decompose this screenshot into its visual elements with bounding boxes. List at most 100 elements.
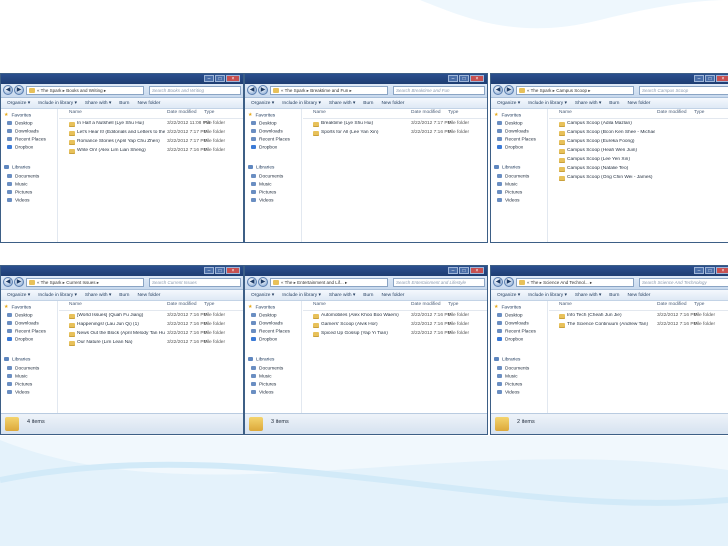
nav-item-recent[interactable]: Recent Places — [497, 137, 536, 142]
column-name[interactable]: Name — [559, 302, 572, 307]
file-row[interactable]: The Science Continuum (Andrew Tan) 3/22/2… — [549, 321, 728, 329]
nav-item-libraries[interactable]: Libraries — [4, 165, 30, 170]
file-row[interactable]: In Half a Nutshell (Lye Shu Hui) 3/22/201… — [59, 120, 243, 128]
back-button[interactable]: ◀ — [493, 277, 503, 287]
file-row[interactable]: Campus Scoop (Eureka Foong) — [549, 138, 728, 146]
search-input[interactable]: Search Current Issues — [149, 278, 241, 287]
minimize-button[interactable]: – — [204, 75, 214, 82]
nav-item-favorites[interactable]: ★ Favorites — [4, 304, 31, 310]
close-button[interactable]: × — [716, 267, 728, 274]
file-row[interactable]: Our Nature (Lim Lean Na) 3/22/2012 7:16 P… — [59, 339, 243, 347]
nav-item-videos[interactable]: Videos — [7, 390, 30, 395]
file-row[interactable]: Breaktime (Lye Shu Hui) 3/22/2012 7:17 PM… — [303, 120, 487, 128]
organize-button[interactable]: Organize ▾ — [497, 101, 520, 106]
column-type[interactable]: Type — [204, 110, 214, 115]
column-type[interactable]: Type — [448, 302, 458, 307]
file-row[interactable]: Campus Scoop (Ong Chin Wei - James) — [549, 174, 728, 182]
new-folder-button[interactable]: New folder — [137, 101, 160, 106]
column-date-modified[interactable]: Date modified — [411, 110, 441, 115]
nav-item-dropbox[interactable]: Dropbox — [251, 337, 277, 342]
column-type[interactable]: Type — [448, 110, 458, 115]
include-button[interactable]: Include in library ▾ — [528, 101, 567, 106]
search-input[interactable]: Search Books and Writing — [149, 86, 241, 95]
burn-button[interactable]: Burn — [609, 293, 619, 298]
nav-item-documents[interactable]: Documents — [251, 174, 283, 179]
nav-item-favorites[interactable]: ★ Favorites — [248, 112, 275, 118]
nav-item-desktop[interactable]: Desktop — [251, 313, 277, 318]
column-date-modified[interactable]: Date modified — [411, 302, 441, 307]
nav-item-pictures[interactable]: Pictures — [251, 382, 276, 387]
nav-item-dropbox[interactable]: Dropbox — [497, 337, 523, 342]
nav-item-recent[interactable]: Recent Places — [251, 137, 290, 142]
nav-item-libraries[interactable]: Libraries — [4, 357, 30, 362]
nav-item-documents[interactable]: Documents — [497, 366, 529, 371]
file-row[interactable]: Gamers' Scoop (Alvik Hor) 3/22/2012 7:16 … — [303, 321, 487, 329]
file-row[interactable]: [World Issues] (Quah Fu Jiang) 3/22/2012 … — [59, 312, 243, 320]
nav-item-documents[interactable]: Documents — [7, 174, 39, 179]
share-button[interactable]: Share with ▾ — [329, 101, 355, 106]
breadcrumb-path[interactable]: « The Spark ▸ Campus Scoop ▸ — [516, 86, 634, 95]
nav-item-downloads[interactable]: Downloads — [7, 129, 39, 134]
file-row[interactable]: Info Tech (Cheah Jun Jie) 3/22/2012 7:16 … — [549, 312, 728, 320]
nav-item-dropbox[interactable]: Dropbox — [251, 145, 277, 150]
nav-item-downloads[interactable]: Downloads — [7, 321, 39, 326]
nav-item-videos[interactable]: Videos — [251, 390, 274, 395]
nav-item-libraries[interactable]: Libraries — [248, 357, 274, 362]
column-date-modified[interactable]: Date modified — [167, 302, 197, 307]
nav-item-libraries[interactable]: Libraries — [494, 357, 520, 362]
close-button[interactable]: × — [716, 75, 728, 82]
nav-item-pictures[interactable]: Pictures — [7, 190, 32, 195]
forward-button[interactable]: ▶ — [14, 85, 24, 95]
nav-item-downloads[interactable]: Downloads — [251, 129, 283, 134]
nav-item-recent[interactable]: Recent Places — [251, 329, 290, 334]
nav-item-desktop[interactable]: Desktop — [497, 313, 523, 318]
back-button[interactable]: ◀ — [247, 85, 257, 95]
nav-item-recent[interactable]: Recent Places — [497, 329, 536, 334]
nav-item-downloads[interactable]: Downloads — [497, 129, 529, 134]
nav-item-videos[interactable]: Videos — [497, 198, 520, 203]
breadcrumb-path[interactable]: « The Spark ▸ Breaktime and Fun ▸ — [270, 86, 388, 95]
file-row[interactable]: Automobiles (Alex Khoo Boo Waem) 3/22/201… — [303, 312, 487, 320]
column-type[interactable]: Type — [694, 110, 704, 115]
burn-button[interactable]: Burn — [119, 293, 129, 298]
close-button[interactable]: × — [470, 267, 484, 274]
close-button[interactable]: × — [226, 267, 240, 274]
maximize-button[interactable]: □ — [459, 75, 469, 82]
search-input[interactable]: Search Breaktime and Fun — [393, 86, 485, 95]
nav-item-documents[interactable]: Documents — [251, 366, 283, 371]
close-button[interactable]: × — [226, 75, 240, 82]
share-button[interactable]: Share with ▾ — [575, 101, 601, 106]
nav-item-music[interactable]: Music — [497, 182, 518, 187]
column-name[interactable]: Name — [69, 302, 82, 307]
nav-item-dropbox[interactable]: Dropbox — [7, 337, 33, 342]
nav-item-libraries[interactable]: Libraries — [494, 165, 520, 170]
minimize-button[interactable]: – — [448, 75, 458, 82]
nav-item-videos[interactable]: Videos — [7, 198, 30, 203]
maximize-button[interactable]: □ — [459, 267, 469, 274]
nav-item-desktop[interactable]: Desktop — [251, 121, 277, 126]
organize-button[interactable]: Organize ▾ — [7, 293, 30, 298]
forward-button[interactable]: ▶ — [14, 277, 24, 287]
nav-item-desktop[interactable]: Desktop — [7, 121, 33, 126]
forward-button[interactable]: ▶ — [504, 277, 514, 287]
nav-item-documents[interactable]: Documents — [497, 174, 529, 179]
maximize-button[interactable]: □ — [215, 75, 225, 82]
nav-item-music[interactable]: Music — [251, 182, 272, 187]
organize-button[interactable]: Organize ▾ — [251, 293, 274, 298]
burn-button[interactable]: Burn — [609, 101, 619, 106]
nav-item-desktop[interactable]: Desktop — [497, 121, 523, 126]
nav-item-music[interactable]: Music — [7, 374, 28, 379]
forward-button[interactable]: ▶ — [258, 85, 268, 95]
breadcrumb-path[interactable]: « The Spark ▸ Current Issues ▸ — [26, 278, 144, 287]
nav-item-favorites[interactable]: ★ Favorites — [494, 304, 521, 310]
include-button[interactable]: Include in library ▾ — [282, 293, 321, 298]
file-row[interactable]: Sports for All (Lee Yan Xin) 3/22/2012 7:… — [303, 129, 487, 137]
column-date-modified[interactable]: Date modified — [657, 110, 687, 115]
column-name[interactable]: Name — [559, 110, 572, 115]
minimize-button[interactable]: – — [694, 75, 704, 82]
file-row[interactable]: Spiced Up Gossip (Yap Yi Tian) 3/22/2012 … — [303, 330, 487, 338]
nav-item-pictures[interactable]: Pictures — [497, 190, 522, 195]
nav-item-music[interactable]: Music — [7, 182, 28, 187]
column-date-modified[interactable]: Date modified — [167, 110, 197, 115]
nav-item-favorites[interactable]: ★ Favorites — [4, 112, 31, 118]
